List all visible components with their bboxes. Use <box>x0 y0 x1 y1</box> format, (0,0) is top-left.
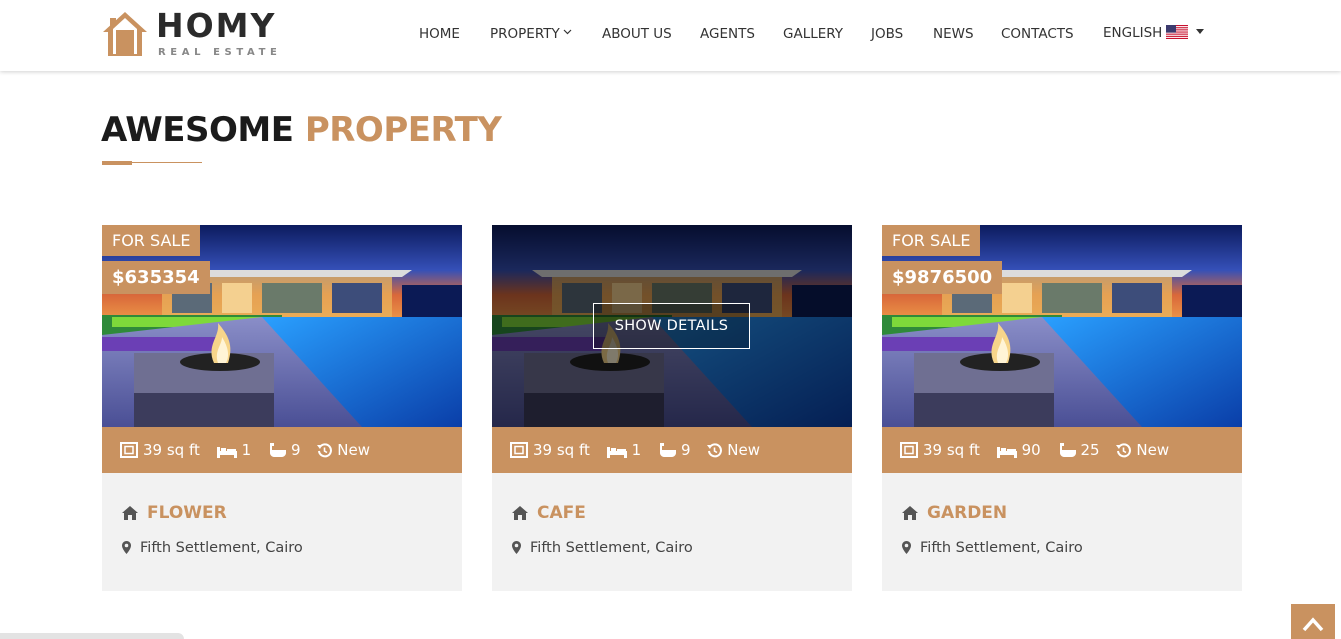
beds-feature: 90 <box>996 427 1041 473</box>
property-title-text: GARDEN <box>927 503 1008 523</box>
property-features: 39 sq ft 1 9 New <box>492 427 852 473</box>
site-logo[interactable]: HOMY REAL ESTATE <box>101 9 291 61</box>
language-dropdown[interactable]: ENGLISH <box>1103 25 1205 41</box>
baths-feature: 25 <box>1058 427 1100 473</box>
baths-feature: 9 <box>268 427 301 473</box>
brand-tagline: REAL ESTATE <box>158 47 282 58</box>
area-icon <box>120 442 138 458</box>
nav-agents[interactable]: AGENTS <box>700 26 755 42</box>
property-title-text: CAFE <box>537 503 586 523</box>
area-feature: 39 sq ft <box>900 427 980 473</box>
site-header: HOMY REAL ESTATE HOME PROPERTY ABOUT US … <box>0 0 1341 71</box>
scroll-to-top-button[interactable] <box>1291 604 1335 639</box>
chevron-down-icon <box>563 29 572 35</box>
price-badge: $635354 <box>102 261 210 294</box>
nav-contacts-label: CONTACTS <box>1001 26 1074 42</box>
area-value: 39 sq ft <box>533 441 590 459</box>
caret-down-icon <box>1196 29 1205 34</box>
language-label: ENGLISH <box>1103 25 1163 41</box>
beds-value: 1 <box>631 441 642 459</box>
property-features: 39 sq ft 90 25 New <box>882 427 1242 473</box>
price-badge: $9876500 <box>882 261 1003 294</box>
property-location: Fifth Settlement, Cairo <box>512 540 693 556</box>
area-value: 39 sq ft <box>143 441 200 459</box>
area-feature: 39 sq ft <box>510 427 590 473</box>
nav-news-label: NEWS <box>933 26 974 42</box>
status-badge: FOR SALE <box>882 225 981 256</box>
condition-value: New <box>337 441 371 459</box>
area-value: 39 sq ft <box>923 441 980 459</box>
home-icon <box>902 506 918 520</box>
bed-icon <box>996 447 1017 458</box>
condition-feature: New <box>707 427 760 473</box>
property-location: Fifth Settlement, Cairo <box>122 540 303 556</box>
bath-icon <box>659 443 676 457</box>
bath-icon <box>269 443 286 457</box>
property-location: Fifth Settlement, Cairo <box>902 540 1083 556</box>
section-title-accent: PROPERTY <box>304 110 502 150</box>
status-badge: FOR SALE <box>102 225 201 256</box>
nav-contacts[interactable]: CONTACTS <box>1001 26 1074 42</box>
nav-property[interactable]: PROPERTY <box>490 26 572 42</box>
bath-icon <box>1059 443 1076 457</box>
beds-feature: 1 <box>216 427 252 473</box>
nav-news[interactable]: NEWS <box>933 26 974 42</box>
map-marker-icon <box>902 541 911 554</box>
section-title-main: AWESOME <box>101 110 294 150</box>
property-card[interactable]: FOR SALE $635354 39 sq ft 1 9 New FLOWER… <box>102 225 462 591</box>
condition-value: New <box>1136 441 1170 459</box>
beds-value: 1 <box>241 441 252 459</box>
property-location-text: Fifth Settlement, Cairo <box>530 540 693 556</box>
condition-feature: New <box>1116 427 1169 473</box>
show-details-button[interactable]: SHOW DETAILS <box>593 303 750 349</box>
map-marker-icon <box>122 541 131 554</box>
property-card[interactable]: SHOW DETAILS 39 sq ft 1 9 New CAFE Fifth… <box>492 225 852 591</box>
history-icon <box>317 443 333 458</box>
area-icon <box>510 442 528 458</box>
property-title[interactable]: GARDEN <box>902 503 1007 523</box>
history-icon <box>1116 443 1132 458</box>
title-underline-accent <box>102 161 132 165</box>
beds-value: 90 <box>1021 441 1041 459</box>
property-title[interactable]: FLOWER <box>122 503 227 523</box>
us-flag-icon <box>1166 25 1189 39</box>
baths-value: 9 <box>290 441 301 459</box>
nav-home-label: HOME <box>419 26 460 42</box>
baths-feature: 9 <box>658 427 691 473</box>
bed-icon <box>606 447 627 458</box>
nav-jobs[interactable]: JOBS <box>871 26 903 42</box>
property-title[interactable]: CAFE <box>512 503 586 523</box>
chevron-up-icon <box>1302 617 1324 632</box>
home-icon <box>512 506 528 520</box>
nav-about-us[interactable]: ABOUT US <box>602 26 672 42</box>
home-icon <box>122 506 138 520</box>
nav-agents-label: AGENTS <box>700 26 755 42</box>
property-card[interactable]: FOR SALE $9876500 39 sq ft 90 25 New GAR… <box>882 225 1242 591</box>
area-icon <box>900 442 918 458</box>
area-feature: 39 sq ft <box>120 427 200 473</box>
baths-value: 25 <box>1080 441 1100 459</box>
nav-gallery-label: GALLERY <box>783 26 844 42</box>
nav-about-us-label: ABOUT US <box>602 26 672 42</box>
beds-feature: 1 <box>606 427 642 473</box>
property-features: 39 sq ft 1 9 New <box>102 427 462 473</box>
bed-icon <box>216 447 237 458</box>
house-logo-icon <box>103 12 147 56</box>
nav-property-label: PROPERTY <box>490 26 560 42</box>
condition-feature: New <box>317 427 370 473</box>
nav-jobs-label: JOBS <box>871 26 904 42</box>
map-marker-icon <box>512 541 521 554</box>
baths-value: 9 <box>680 441 691 459</box>
history-icon <box>707 443 723 458</box>
property-location-text: Fifth Settlement, Cairo <box>920 540 1083 556</box>
property-title-text: FLOWER <box>147 503 227 523</box>
condition-value: New <box>727 441 761 459</box>
nav-home[interactable]: HOME <box>419 26 460 42</box>
brand-name: HOMY <box>156 6 277 45</box>
nav-gallery[interactable]: GALLERY <box>783 26 843 42</box>
bottom-tab-edge <box>0 633 184 639</box>
property-location-text: Fifth Settlement, Cairo <box>140 540 303 556</box>
section-title: AWESOME PROPERTY <box>101 110 502 150</box>
